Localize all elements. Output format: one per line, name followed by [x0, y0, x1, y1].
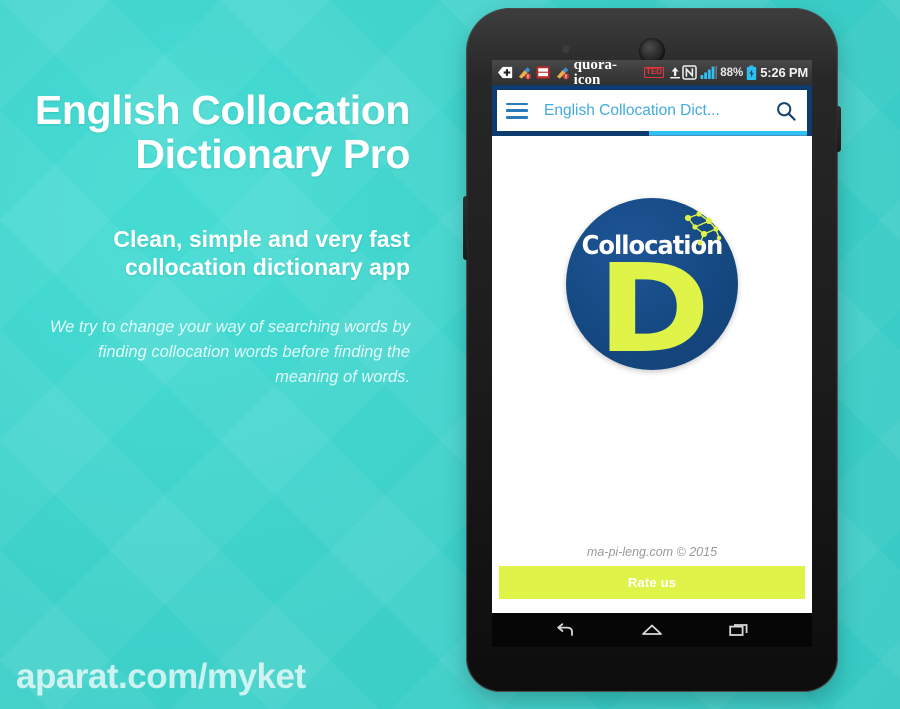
- cleaner-icon: [519, 67, 532, 80]
- promo-subtitle-line-1: Clean, simple and very fast: [113, 225, 410, 252]
- app-content: Collocation D ma-pi-leng.com © 2015 Rate…: [492, 136, 812, 608]
- upload-icon: [670, 67, 680, 79]
- volume-button[interactable]: [463, 196, 467, 260]
- app-bar: English Collocation Dict...: [492, 85, 812, 136]
- app-logo: Collocation D: [566, 198, 738, 370]
- hamburger-menu-icon[interactable]: [506, 102, 528, 119]
- status-bar-notification-icons: quora-icon TED: [497, 60, 682, 88]
- watermark: aparat.com/myket: [16, 657, 306, 696]
- logo-letter-label: D: [596, 238, 710, 380]
- back-arrow-icon[interactable]: [550, 619, 580, 641]
- proximity-sensor-icon: [562, 45, 570, 53]
- status-bar-system-icons: 88% 5:26 PM: [682, 65, 808, 81]
- battery-saver-icon: [536, 66, 550, 79]
- app-title: English Collocation Dict...: [544, 101, 720, 119]
- promo-description: We try to change your way of searching w…: [0, 282, 410, 390]
- page-title: English Collocation Dictionary Pro: [0, 88, 410, 177]
- promo-description-line-3: meaning of words.: [275, 368, 410, 387]
- recent-apps-icon[interactable]: [724, 619, 754, 641]
- cleaner-icon: [556, 67, 569, 80]
- battery-charging-icon: [747, 65, 757, 80]
- promo-description-line-1: We try to change your way of searching w…: [49, 318, 410, 337]
- promo-title-line-1: English Collocation: [34, 87, 410, 133]
- promo-title-line-2: Dictionary Pro: [135, 131, 410, 178]
- status-bar: quora-icon TED 88% 5:26 PM: [492, 60, 812, 88]
- promo-text-column: English Collocation Dictionary Pro Clean…: [0, 88, 428, 390]
- molecule-network-icon: [684, 211, 722, 246]
- signal-bars-icon: [700, 66, 717, 79]
- ted-icon: TED: [644, 67, 665, 78]
- app-logo-container: Collocation D: [492, 198, 812, 370]
- adblock-icon: [497, 66, 513, 79]
- nfc-icon: [682, 65, 697, 80]
- power-button[interactable]: [837, 106, 841, 152]
- android-navigation-bar: [492, 613, 812, 647]
- search-icon[interactable]: [775, 100, 797, 122]
- home-icon[interactable]: [637, 619, 667, 641]
- rate-us-button[interactable]: Rate us: [499, 566, 805, 599]
- promo-subtitle: Clean, simple and very fast collocation …: [0, 177, 410, 283]
- phone-screen: quora-icon TED 88% 5:26 PM English Collo…: [492, 60, 812, 613]
- phone-mockup: quora-icon TED 88% 5:26 PM English Collo…: [463, 8, 841, 692]
- quora-icon: quora-icon: [573, 60, 618, 88]
- loading-progress-fill: [648, 131, 807, 135]
- promo-description-line-2: finding collocation words before finding…: [98, 343, 410, 362]
- copyright-label: ma-pi-leng.com © 2015: [586, 545, 718, 559]
- toolbar: English Collocation Dict...: [497, 90, 807, 131]
- battery-percent-label: 88%: [720, 66, 744, 79]
- clock-label: 5:26 PM: [760, 65, 808, 80]
- promo-banner: English Collocation Dictionary Pro Clean…: [0, 0, 900, 709]
- promo-subtitle-line-2: collocation dictionary app: [125, 254, 410, 281]
